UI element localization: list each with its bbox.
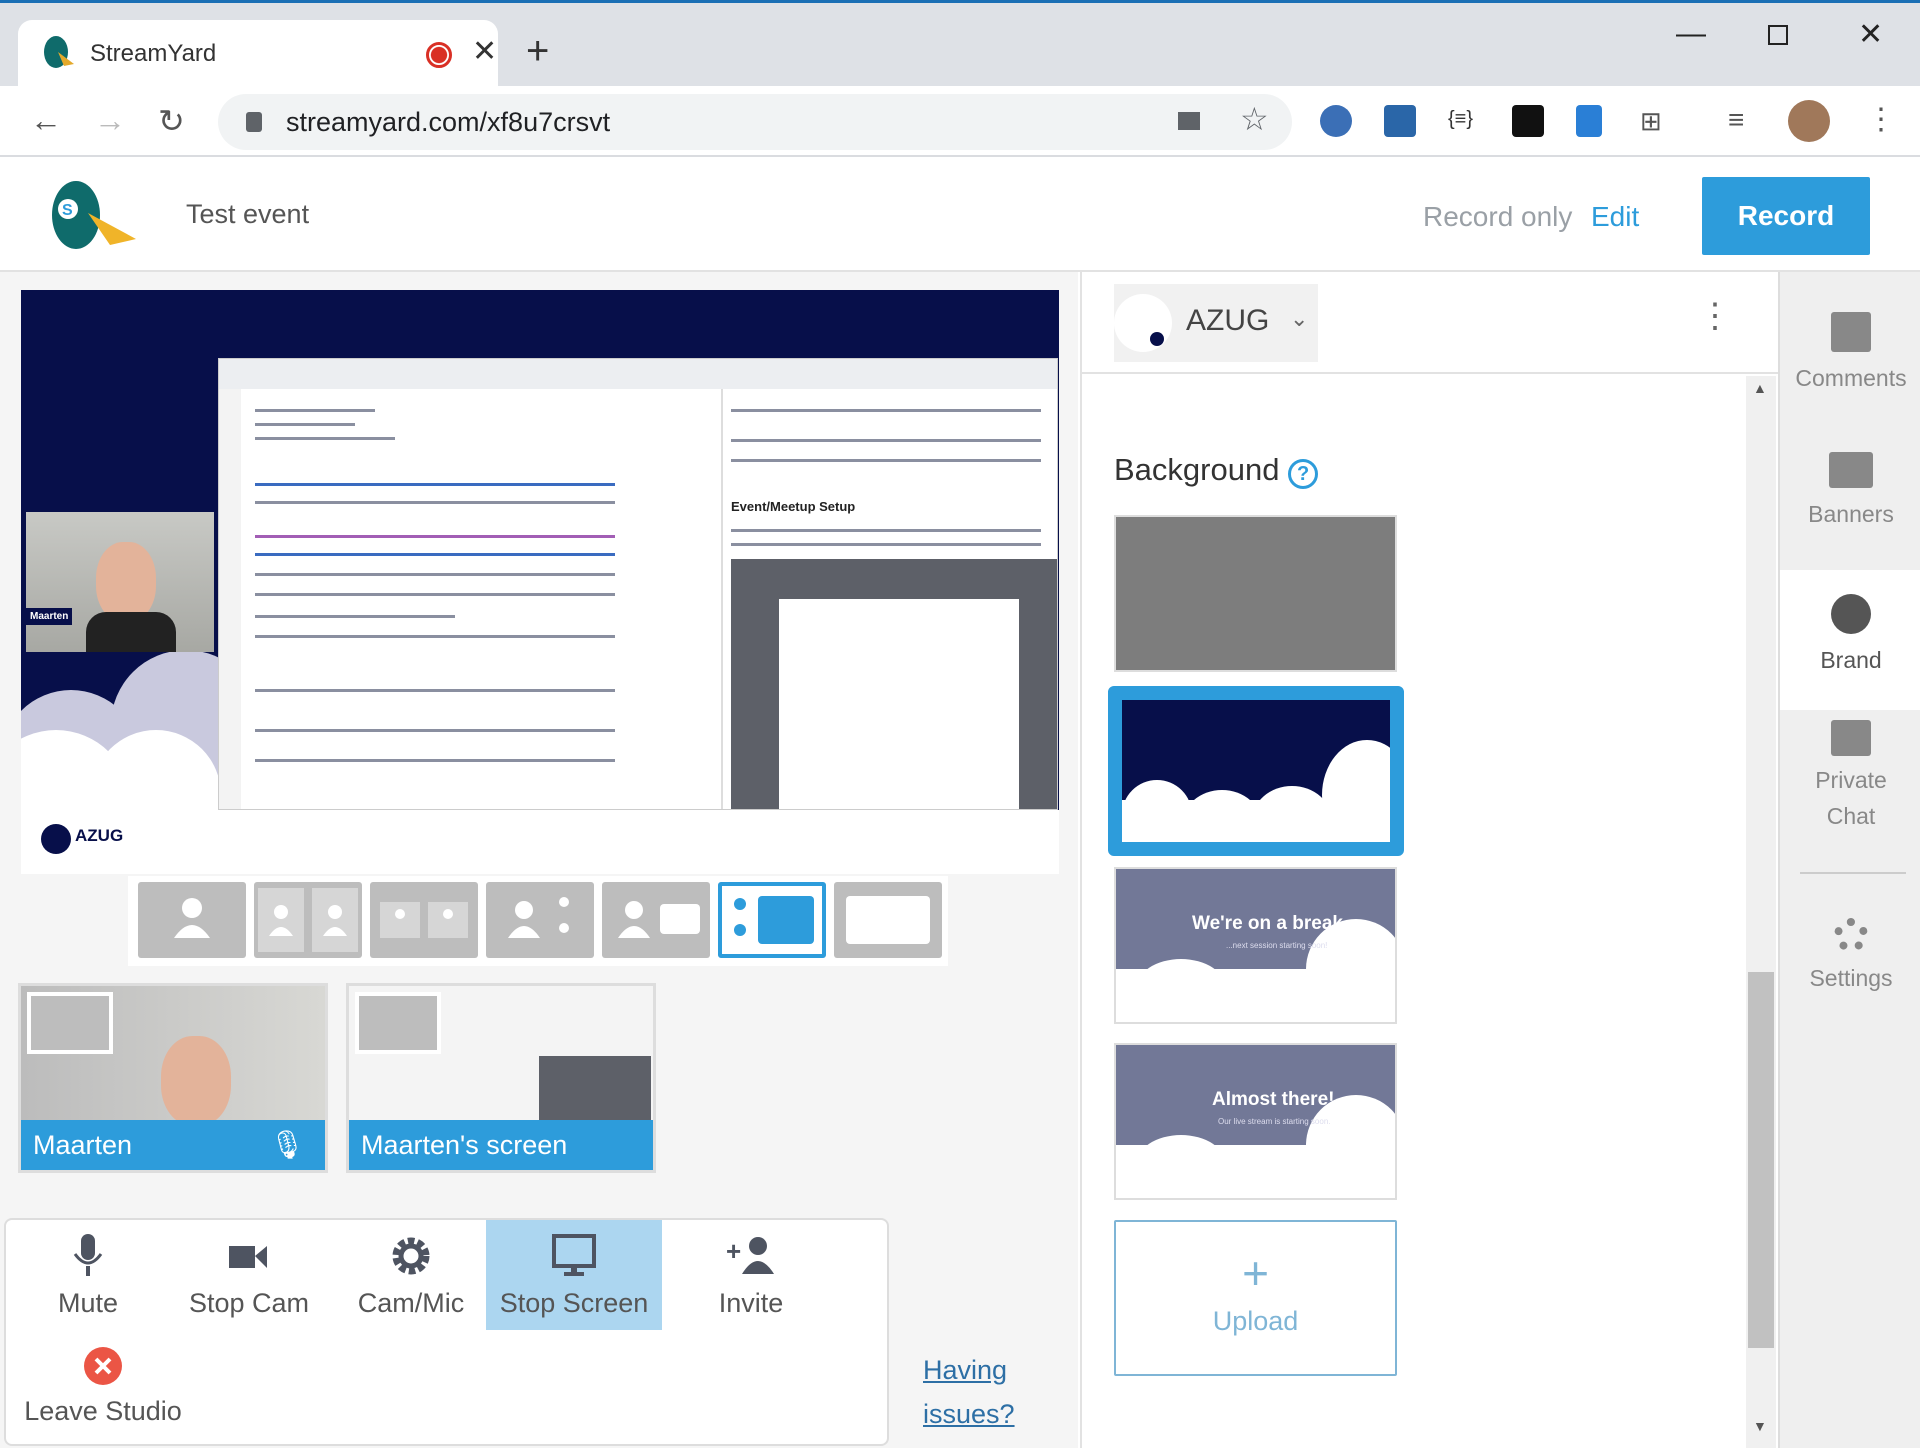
profile-avatar[interactable] (1788, 100, 1830, 142)
streamyard-favicon-icon (44, 36, 74, 68)
microphone-icon (73, 1234, 103, 1276)
panel-scrollbar[interactable]: ▲ ▼ (1746, 376, 1776, 1448)
extension-jetbrains-icon[interactable] (1512, 105, 1544, 137)
camera-name-label: Maarten (26, 608, 73, 625)
tab-title: StreamYard (90, 40, 217, 67)
background-thumb-break[interactable]: We're on a break... ...next session star… (1114, 867, 1397, 1024)
browser-menu-icon[interactable]: ⋮ (1866, 102, 1896, 137)
extension-json-icon[interactable]: {≡} (1448, 108, 1473, 131)
close-window-icon[interactable]: ✕ (1858, 17, 1883, 52)
layout-split-button[interactable] (254, 882, 362, 958)
url-text: streamyard.com/xf8u7crsvt (286, 107, 611, 137)
extension-xml-icon[interactable] (1576, 105, 1602, 137)
minimize-icon[interactable]: — (1676, 17, 1706, 51)
add-person-icon: + (726, 1236, 774, 1274)
event-title: Test event (186, 199, 310, 229)
recording-icon (426, 42, 452, 68)
participant-tile-maarten[interactable]: Maarten 🎙 (18, 983, 328, 1173)
layout-solo-button[interactable] (138, 882, 246, 958)
stage-background: Event/Meetup Setup Maarten (21, 290, 1059, 810)
studio-controls: Mute Stop Cam Cam/Mic Stop Screen + Invit… (4, 1218, 889, 1446)
reload-icon[interactable]: ↻ (158, 102, 185, 140)
participant-tile-screen[interactable]: Maarten's screen (346, 983, 656, 1173)
svg-text:+: + (726, 1236, 741, 1266)
camera-feed: Maarten (26, 512, 214, 652)
close-tab-icon[interactable]: ✕ (472, 34, 497, 69)
scrollbar-thumb[interactable] (1748, 972, 1774, 1348)
participant-name: Maarten's screen (361, 1130, 568, 1160)
sidebar-item-comments[interactable]: Comments (1780, 312, 1920, 412)
comment-icon (1831, 312, 1871, 352)
participant-name: Maarten (33, 1130, 133, 1160)
record-button[interactable]: Record (1702, 177, 1870, 255)
layout-pip-button[interactable] (602, 882, 710, 958)
address-bar[interactable]: streamyard.com/xf8u7crsvt ☆ (218, 94, 1292, 150)
background-thumb-clouds-selected[interactable] (1108, 686, 1404, 856)
invite-button[interactable]: + Invite (686, 1220, 816, 1330)
layout-fullscreen-button[interactable] (834, 882, 942, 958)
back-icon[interactable]: ← (30, 102, 62, 139)
camera-permission-icon[interactable] (1178, 112, 1200, 130)
sidebar-item-private-chat[interactable]: Private Chat (1780, 720, 1920, 850)
background-thumb-almost-there[interactable]: Almost there! Our live stream is startin… (1114, 1043, 1397, 1200)
layout-sidebar-button[interactable] (718, 882, 826, 958)
gear-icon (392, 1237, 430, 1275)
media-control-icon[interactable]: ≡ (1728, 104, 1744, 136)
sidebar-item-brand[interactable]: Brand (1780, 570, 1920, 710)
extension-vpn-icon[interactable] (1320, 105, 1352, 137)
streamyard-logo: S (52, 181, 136, 249)
edit-link[interactable]: Edit (1591, 201, 1639, 233)
banner-icon (1829, 452, 1873, 488)
chat-icon (1831, 720, 1871, 756)
sidebar-item-banners[interactable]: Banners (1780, 452, 1920, 552)
sidebar-item-settings[interactable]: Settings (1780, 918, 1920, 1008)
bookmark-star-icon[interactable]: ☆ (1240, 100, 1269, 138)
stop-screen-button[interactable]: Stop Screen (486, 1220, 662, 1330)
add-to-stage-icon[interactable] (355, 992, 441, 1054)
browser-tab[interactable]: StreamYard ✕ (18, 20, 498, 89)
maximize-icon[interactable] (1768, 25, 1788, 45)
leave-studio-button[interactable]: Leave Studio (18, 1332, 188, 1442)
azug-logo-icon (41, 824, 71, 854)
new-tab-button[interactable]: + (526, 31, 549, 71)
brand-panel: AZUG ⌄ ⋮ Background ? We're on a break..… (1080, 272, 1780, 1448)
close-circle-icon (84, 1347, 122, 1385)
record-only-label: Record only (1423, 201, 1573, 232)
gear-icon (1834, 918, 1868, 952)
help-icon[interactable]: ? (1288, 459, 1319, 489)
plus-icon: + (1242, 1247, 1269, 1299)
background-thumb-leaves[interactable] (1114, 515, 1397, 672)
add-to-stage-icon[interactable] (27, 992, 113, 1054)
browser-tab-bar: StreamYard ✕ + — ✕ (0, 0, 1920, 89)
more-options-icon[interactable]: ⋮ (1698, 296, 1732, 336)
right-sidebar: Comments Banners Brand Private Chat Setti… (1778, 272, 1920, 1448)
layout-thin-split-button[interactable] (370, 882, 478, 958)
monitor-icon (552, 1234, 596, 1276)
brand-selector-dropdown[interactable]: AZUG ⌄ (1114, 284, 1318, 362)
cam-mic-settings-button[interactable]: Cam/Mic (336, 1220, 486, 1330)
stop-cam-button[interactable]: Stop Cam (174, 1220, 324, 1330)
chevron-down-icon: ⌄ (1290, 306, 1309, 331)
stage-preview: Event/Meetup Setup Maarten AZUG (21, 290, 1059, 874)
brand-logo-icon (1150, 332, 1164, 346)
layout-group-button[interactable] (486, 882, 594, 958)
forward-icon[interactable]: → (94, 102, 126, 139)
azug-logo-text: AZUG (75, 826, 124, 845)
video-camera-icon (229, 1246, 267, 1268)
microphone-icon[interactable]: 🎙 (269, 1128, 305, 1161)
extension-cookie-icon[interactable] (1384, 105, 1416, 137)
extensions-grid-icon[interactable]: ⊞ (1640, 106, 1662, 137)
upload-background-button[interactable]: + Upload (1114, 1220, 1397, 1376)
mute-button[interactable]: Mute (26, 1220, 150, 1330)
app-header: S Test event Record only Edit Record (0, 157, 1920, 272)
screen-share-content: Event/Meetup Setup (218, 358, 1058, 810)
background-section-title: Background ? (1114, 452, 1319, 489)
layout-selector (128, 876, 948, 966)
having-issues-link[interactable]: Having issues? (923, 1348, 1015, 1436)
lock-icon (246, 112, 262, 132)
palette-icon (1831, 594, 1871, 634)
screen-heading: Event/Meetup Setup (731, 499, 856, 514)
svg-text:S: S (62, 202, 73, 219)
address-toolbar: ← → ↻ streamyard.com/xf8u7crsvt ☆ {≡} ⊞ … (0, 86, 1920, 157)
